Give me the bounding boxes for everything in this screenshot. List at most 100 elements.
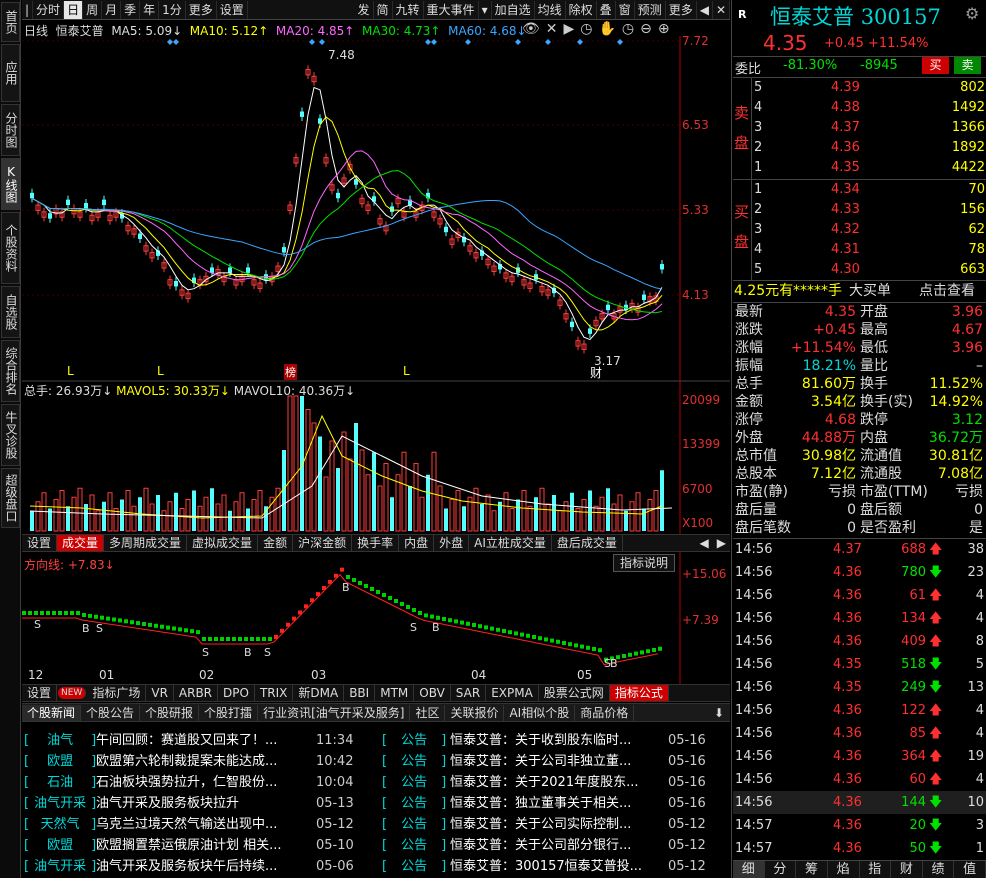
news-item[interactable]: [公告] 恒泰艾普：关于公司非独立董... 05-16 bbox=[382, 751, 730, 772]
news-item[interactable]: [油气开采] 油气开采及服务板块拉升 05-13 bbox=[24, 793, 354, 814]
tab[interactable]: 行业资讯[油气开采及服务] bbox=[258, 704, 411, 721]
news-item[interactable]: [天然气] 乌克兰过境天然气输送出现中... 05-12 bbox=[24, 814, 354, 835]
side-tab[interactable]: 值 bbox=[954, 861, 986, 878]
side-tab[interactable]: 焰 bbox=[828, 861, 860, 878]
tab[interactable]: NEW bbox=[58, 687, 87, 699]
bid-row[interactable]: 5 4.30 663 bbox=[733, 260, 986, 279]
indicator-explain-button[interactable]: 指标说明 bbox=[613, 554, 676, 572]
tab[interactable]: 个股新闻 bbox=[22, 704, 82, 721]
tab[interactable]: 成交量 bbox=[57, 535, 105, 551]
tab[interactable]: 虚拟成交量 bbox=[187, 535, 259, 551]
news-item[interactable]: [公告] 恒泰艾普：关于2021年度股东... 05-16 bbox=[382, 772, 730, 793]
tab[interactable]: 内盘 bbox=[399, 535, 435, 551]
bid-row[interactable]: 3 4.32 62 bbox=[733, 220, 986, 239]
tab[interactable]: ARBR bbox=[174, 685, 219, 701]
event-marker[interactable]: L bbox=[67, 364, 74, 378]
tab[interactable]: BBI bbox=[344, 685, 376, 701]
sell-button[interactable]: 卖 bbox=[954, 57, 981, 74]
event-marker[interactable]: 财 bbox=[590, 364, 602, 381]
tab[interactable]: 设置 bbox=[22, 685, 58, 701]
toolbar-btn[interactable]: 加自选 bbox=[492, 0, 535, 19]
ask-row[interactable]: 3 4.37 1366 bbox=[733, 118, 986, 137]
tab[interactable]: 新DMA bbox=[293, 685, 345, 701]
dropdown-icon[interactable]: ▾ bbox=[479, 0, 492, 19]
toolbar-btn[interactable]: 简 bbox=[374, 0, 393, 19]
side-tab[interactable]: 细 bbox=[733, 861, 765, 878]
event-marker[interactable]: L bbox=[157, 364, 164, 378]
tab[interactable]: 指标公式 bbox=[609, 685, 669, 701]
tab[interactable]: DPO bbox=[218, 685, 255, 701]
tab[interactable]: OBV bbox=[414, 685, 451, 701]
news-item[interactable]: [公告] 恒泰艾普：关于公司实际控制... 05-12 bbox=[382, 814, 730, 835]
toolbar-btn[interactable]: 日 bbox=[64, 0, 84, 19]
side-tab[interactable]: 分 bbox=[765, 861, 797, 878]
tab[interactable]: 个股研报 bbox=[140, 704, 200, 721]
toolbar-btn[interactable]: 重大事件 bbox=[424, 0, 479, 19]
toolbar-btn[interactable]: 均线 bbox=[535, 0, 566, 19]
toolbar-btn[interactable]: 预测 bbox=[635, 0, 666, 19]
toolbar-btn[interactable]: 叠 bbox=[597, 0, 616, 19]
toolbar-btn[interactable]: 九转 bbox=[393, 0, 424, 19]
chart-tool-icons[interactable]: 👁✕▶◷✋◷⊖⊕ bbox=[522, 21, 676, 37]
toolbar-btn[interactable]: 1分 bbox=[159, 0, 186, 19]
big-order-view-link[interactable]: 点击查看 bbox=[919, 282, 975, 301]
tab[interactable]: SAR bbox=[451, 685, 487, 701]
news-item[interactable]: [欧盟] 欧盟搁置禁运俄原油计划 相关... 05-10 bbox=[24, 835, 354, 856]
left-nav-item[interactable]: 个股资料 bbox=[1, 212, 20, 284]
bid-row[interactable]: 4 4.31 78 bbox=[733, 240, 986, 259]
tab[interactable]: 换手率 bbox=[352, 535, 400, 551]
tab[interactable]: 沪深金额 bbox=[293, 535, 353, 551]
toolbar-btn[interactable]: 更多 bbox=[666, 0, 697, 19]
side-tab[interactable]: 财 bbox=[891, 861, 923, 878]
left-nav-item[interactable]: 自选股 bbox=[1, 286, 20, 338]
left-nav-item[interactable]: 综合排名 bbox=[1, 340, 20, 402]
tab[interactable]: 外盘 bbox=[434, 535, 470, 551]
ask-row[interactable]: 2 4.36 1892 bbox=[733, 138, 986, 157]
prev-icon[interactable]: ◀ bbox=[696, 536, 713, 550]
news-item[interactable]: [油气开采] 油气开采及服务板块午后持续... 05-06 bbox=[24, 856, 354, 877]
tab[interactable]: AI相似个股 bbox=[504, 704, 576, 721]
menu-icon[interactable]: | bbox=[22, 0, 34, 19]
close-icon[interactable]: ✕ bbox=[713, 0, 730, 19]
toolbar-btn[interactable]: 月 bbox=[102, 0, 122, 19]
tab[interactable]: VR bbox=[146, 685, 174, 701]
news-item[interactable]: [公告] 恒泰艾普：关于收到股东临时... 05-16 bbox=[382, 730, 730, 751]
news-item[interactable]: [公告] 恒泰艾普：关于公司部分银行... 05-12 bbox=[382, 835, 730, 856]
event-marker[interactable]: 榜 bbox=[284, 364, 297, 380]
side-tab[interactable]: 绩 bbox=[923, 861, 955, 878]
tab[interactable]: MTM bbox=[375, 685, 415, 701]
tab[interactable]: 盘后成交量 bbox=[552, 535, 623, 551]
tab[interactable]: 个股公告 bbox=[81, 704, 141, 721]
settings-gear-icon[interactable]: ⚙ bbox=[965, 4, 979, 23]
side-tab[interactable]: 筹 bbox=[796, 861, 828, 878]
left-nav-item[interactable]: 超级盘口 bbox=[1, 468, 20, 528]
left-nav-item[interactable]: 应用 bbox=[1, 44, 20, 102]
tab[interactable]: EXPMA bbox=[486, 685, 539, 701]
tab[interactable]: 个股打擂 bbox=[199, 704, 259, 721]
next-icon[interactable]: ▶ bbox=[713, 536, 730, 550]
tab[interactable]: 金额 bbox=[258, 535, 294, 551]
tab[interactable]: 股票公式网 bbox=[539, 685, 610, 701]
left-nav-item[interactable]: 牛叉诊股 bbox=[1, 404, 20, 466]
side-tab[interactable]: 指 bbox=[860, 861, 892, 878]
toolbar-btn[interactable]: 周 bbox=[83, 0, 103, 19]
tab[interactable]: 设置 bbox=[22, 535, 58, 551]
ask-row[interactable]: 4 4.38 1492 bbox=[733, 98, 986, 117]
toolbar-btn[interactable]: 分时 bbox=[33, 0, 65, 19]
toolbar-btn[interactable]: 发 bbox=[355, 0, 374, 19]
toolbar-btn[interactable]: 季 bbox=[121, 0, 141, 19]
event-marker[interactable]: L bbox=[403, 364, 410, 378]
download-icon[interactable]: ⬇ bbox=[708, 706, 730, 720]
left-nav-item[interactable]: K线图 bbox=[1, 158, 20, 210]
buy-button[interactable]: 买 bbox=[922, 57, 949, 74]
left-nav-item[interactable]: 分时图 bbox=[1, 104, 20, 156]
tab[interactable]: TRIX bbox=[255, 685, 294, 701]
toolbar-btn[interactable]: 更多 bbox=[186, 0, 217, 19]
ask-row[interactable]: 5 4.39 802 bbox=[733, 78, 986, 97]
tab[interactable]: 多周期成交量 bbox=[104, 535, 188, 551]
back-icon[interactable]: ◀ bbox=[697, 0, 713, 19]
bid-row[interactable]: 2 4.33 156 bbox=[733, 200, 986, 219]
toolbar-btn[interactable]: 设置 bbox=[217, 0, 248, 19]
news-item[interactable]: [油气] 午间回顾：赛道股又回来了！... 11:34 bbox=[24, 730, 354, 751]
news-item[interactable]: [石油] 石油板块强势拉升，仁智股份... 10:04 bbox=[24, 772, 354, 793]
